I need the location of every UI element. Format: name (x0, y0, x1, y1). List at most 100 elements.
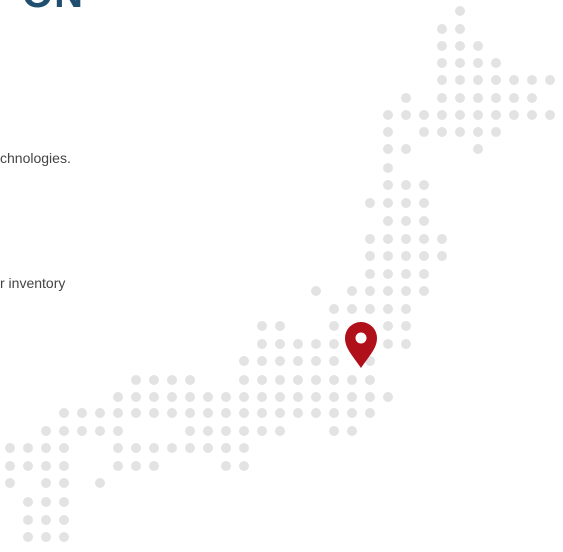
map-dot (293, 408, 303, 418)
map-dot (455, 41, 465, 51)
map-dot (293, 339, 303, 349)
map-dot (383, 339, 393, 349)
map-dot (455, 93, 465, 103)
map-dot (365, 375, 375, 385)
map-dot (257, 375, 267, 385)
map-dot (437, 110, 447, 120)
map-dot (275, 408, 285, 418)
map-dot (311, 408, 321, 418)
map-dot (329, 392, 339, 402)
map-dot (149, 375, 159, 385)
map-dot (149, 443, 159, 453)
map-dot (113, 408, 123, 418)
map-dot (383, 127, 393, 137)
map-dot (455, 110, 465, 120)
map-dot (113, 392, 123, 402)
map-dot (239, 443, 249, 453)
map-dot (185, 392, 195, 402)
map-dot (239, 461, 249, 471)
map-dot (275, 339, 285, 349)
map-dot (419, 198, 429, 208)
map-dot (329, 321, 339, 331)
map-dot (383, 234, 393, 244)
map-dot (455, 6, 465, 16)
map-dot (437, 41, 447, 51)
map-dot (221, 443, 231, 453)
map-dot (419, 180, 429, 190)
map-dot (509, 75, 519, 85)
map-dot (383, 286, 393, 296)
map-dot (95, 478, 105, 488)
map-dot (329, 375, 339, 385)
map-dot (455, 58, 465, 68)
map-dot (419, 216, 429, 226)
map-dot (77, 426, 87, 436)
map-dot (149, 461, 159, 471)
map-dot (419, 110, 429, 120)
map-dot (275, 375, 285, 385)
map-dot (275, 321, 285, 331)
map-dot (41, 443, 51, 453)
map-dot (59, 532, 69, 542)
map-dot (401, 286, 411, 296)
map-dot (437, 58, 447, 68)
map-dot (401, 93, 411, 103)
map-dot (329, 339, 339, 349)
map-dot (23, 461, 33, 471)
map-dot (383, 321, 393, 331)
map-dot (491, 75, 501, 85)
map-dot (41, 532, 51, 542)
map-dot (401, 269, 411, 279)
map-dot (311, 392, 321, 402)
map-dot (329, 356, 339, 366)
map-dot (311, 339, 321, 349)
map-dot (419, 234, 429, 244)
map-dot (365, 392, 375, 402)
map-dot (275, 356, 285, 366)
map-dot (167, 392, 177, 402)
map-dot (95, 408, 105, 418)
map-dot (167, 443, 177, 453)
map-dot (221, 408, 231, 418)
map-dot (185, 426, 195, 436)
map-dot (365, 269, 375, 279)
map-dot (455, 24, 465, 34)
map-dot (437, 93, 447, 103)
map-dot (23, 443, 33, 453)
map-dot (527, 110, 537, 120)
map-dot (455, 75, 465, 85)
map-dot (77, 408, 87, 418)
map-dot (113, 461, 123, 471)
map-dot (347, 375, 357, 385)
map-dot (41, 515, 51, 525)
map-dot (437, 24, 447, 34)
map-dot (59, 408, 69, 418)
map-dot (401, 234, 411, 244)
map-dot (437, 234, 447, 244)
map-dot (491, 58, 501, 68)
page: ON chnologies. r inventory (0, 0, 563, 552)
map-dot (5, 443, 15, 453)
map-dot (401, 216, 411, 226)
map-dot (239, 375, 249, 385)
map-dot (293, 392, 303, 402)
map-dot (365, 286, 375, 296)
map-dot (401, 304, 411, 314)
map-dot (473, 144, 483, 154)
map-dot (473, 75, 483, 85)
map-dot (59, 478, 69, 488)
map-dot (275, 392, 285, 402)
map-dot (311, 375, 321, 385)
map-dot (473, 58, 483, 68)
map-dot (113, 443, 123, 453)
map-dot (131, 443, 141, 453)
map-dot (383, 163, 393, 173)
map-dot (455, 127, 465, 137)
map-dot (239, 356, 249, 366)
map-dot (365, 304, 375, 314)
map-dot (401, 198, 411, 208)
map-dot (221, 461, 231, 471)
map-dot (41, 461, 51, 471)
map-dot (545, 75, 555, 85)
map-dot (257, 321, 267, 331)
